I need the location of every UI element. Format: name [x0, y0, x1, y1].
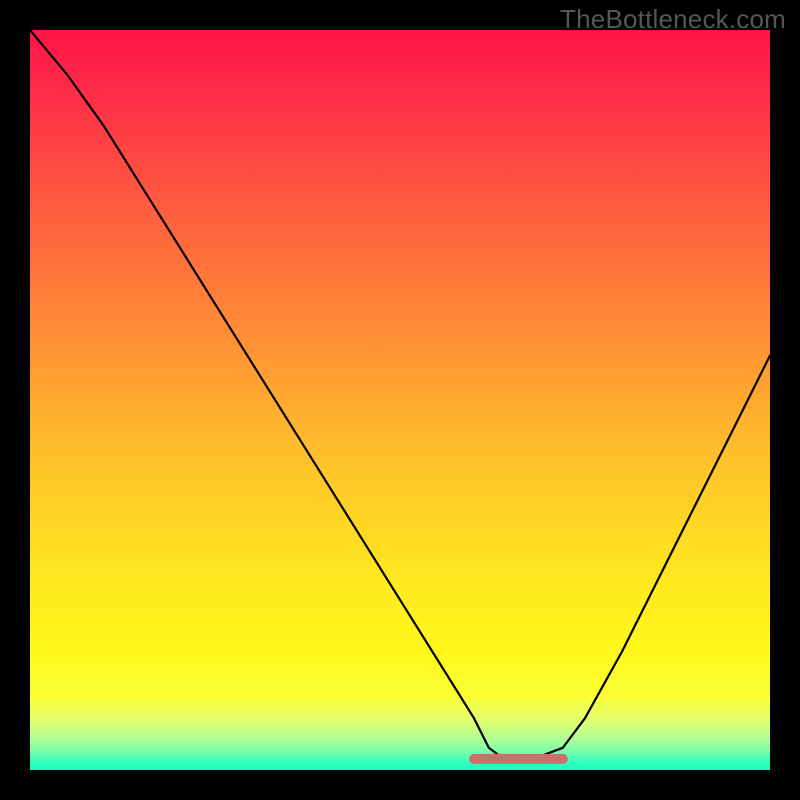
plot-area [30, 30, 770, 770]
bottleneck-curve [30, 30, 770, 759]
chart-frame: TheBottleneck.com [0, 0, 800, 800]
chart-svg [30, 30, 770, 770]
